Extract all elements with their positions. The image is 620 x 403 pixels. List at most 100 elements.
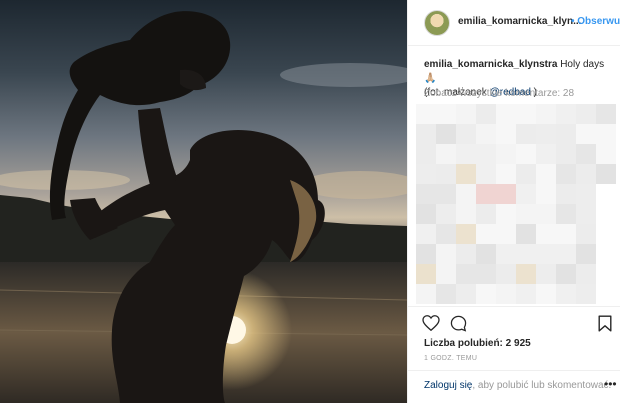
blur-tile <box>416 244 436 264</box>
likes-count[interactable]: Liczba polubień: 2 925 <box>424 338 531 349</box>
more-options-icon[interactable]: ••• <box>604 377 617 391</box>
blur-tile <box>456 104 476 124</box>
blur-tile <box>536 164 556 184</box>
blur-tile <box>476 284 496 304</box>
blur-tile <box>516 184 536 204</box>
blur-tile <box>436 184 456 204</box>
blur-tile <box>456 264 476 284</box>
blur-tile <box>516 244 536 264</box>
blur-tile <box>416 264 436 284</box>
blur-tile <box>516 264 536 284</box>
blur-tile <box>576 284 596 304</box>
blur-tile <box>436 224 456 244</box>
login-prompt: Zaloguj się, aby polubić lub skomentować… <box>408 370 620 403</box>
blur-tile <box>576 184 596 204</box>
blur-tile <box>436 284 456 304</box>
blur-tile <box>596 284 616 304</box>
blur-tile <box>496 204 516 224</box>
blur-tile <box>516 144 536 164</box>
blur-tile <box>496 164 516 184</box>
blur-tile <box>516 204 536 224</box>
blur-tile <box>456 244 476 264</box>
blur-tile <box>536 204 556 224</box>
blur-tile <box>456 284 476 304</box>
blur-tile <box>596 144 616 164</box>
blur-tile <box>556 184 576 204</box>
blur-tile <box>556 244 576 264</box>
action-bar <box>408 306 620 336</box>
comment-icon[interactable] <box>450 315 467 332</box>
blur-tile <box>476 244 496 264</box>
blur-tile <box>596 204 616 224</box>
blur-tile <box>516 164 536 184</box>
heart-icon[interactable] <box>422 315 440 331</box>
blur-tile <box>516 224 536 244</box>
photo-illustration <box>0 11 407 403</box>
blur-tile <box>556 164 576 184</box>
blur-tile <box>476 164 496 184</box>
blur-tile <box>536 284 556 304</box>
blur-tile <box>596 124 616 144</box>
blur-tile <box>496 184 516 204</box>
blur-tile <box>436 264 456 284</box>
blur-tile <box>476 224 496 244</box>
blurred-comments <box>416 104 616 308</box>
blur-tile <box>476 264 496 284</box>
blur-tile <box>476 124 496 144</box>
login-prompt-text: Zaloguj się, aby polubić lub skomentować… <box>424 380 611 391</box>
blur-tile <box>436 104 456 124</box>
blur-tile <box>576 144 596 164</box>
blur-tile <box>556 204 576 224</box>
view-all-comments-link[interactable]: Zobacz wszystkie komentarze: 28 <box>424 88 574 99</box>
blur-tile <box>576 164 596 184</box>
blur-tile <box>556 224 576 244</box>
login-suffix: , aby polubić lub skomentować. <box>472 380 612 391</box>
blur-tile <box>416 224 436 244</box>
post-photo[interactable] <box>0 0 407 403</box>
blur-tile <box>496 144 516 164</box>
blur-tile <box>596 184 616 204</box>
post-header: emilia_komarnicka_klyn... • Obserwuj <box>408 0 620 46</box>
blur-tile <box>576 124 596 144</box>
blur-tile <box>416 164 436 184</box>
blur-tile <box>536 224 556 244</box>
blur-tile <box>516 104 536 124</box>
blur-tile <box>556 124 576 144</box>
blur-tile <box>536 184 556 204</box>
blur-tile <box>556 104 576 124</box>
blur-tile <box>536 264 556 284</box>
bookmark-icon[interactable] <box>598 315 612 332</box>
blur-tile <box>496 124 516 144</box>
blur-tile <box>496 264 516 284</box>
blur-tile <box>436 124 456 144</box>
blur-tile <box>496 244 516 264</box>
blur-tile <box>416 204 436 224</box>
caption-username[interactable]: emilia_komarnicka_klynstra <box>424 59 557 70</box>
blur-tile <box>496 284 516 304</box>
blur-tile <box>516 124 536 144</box>
blur-tile <box>476 104 496 124</box>
blur-tile <box>476 204 496 224</box>
blur-tile <box>436 144 456 164</box>
blur-tile <box>416 144 436 164</box>
blur-tile <box>456 204 476 224</box>
blur-tile <box>576 264 596 284</box>
blur-tile <box>596 164 616 184</box>
blur-tile <box>556 284 576 304</box>
post-timestamp: 1 GODZ. TEMU <box>424 355 478 362</box>
blur-tile <box>416 284 436 304</box>
blur-tile <box>596 264 616 284</box>
follow-button[interactable]: • Obserwuj <box>571 16 620 27</box>
post-sidebar: emilia_komarnicka_klyn... • Obserwuj emi… <box>407 0 620 403</box>
avatar[interactable] <box>424 10 450 36</box>
post-username[interactable]: emilia_komarnicka_klyn... <box>458 16 581 27</box>
blur-tile <box>556 264 576 284</box>
blur-tile <box>436 204 456 224</box>
blur-tile <box>476 144 496 164</box>
blur-tile <box>536 244 556 264</box>
blur-tile <box>536 144 556 164</box>
blur-tile <box>496 104 516 124</box>
login-link[interactable]: Zaloguj się <box>424 380 472 391</box>
blur-tile <box>576 104 596 124</box>
blur-tile <box>456 144 476 164</box>
